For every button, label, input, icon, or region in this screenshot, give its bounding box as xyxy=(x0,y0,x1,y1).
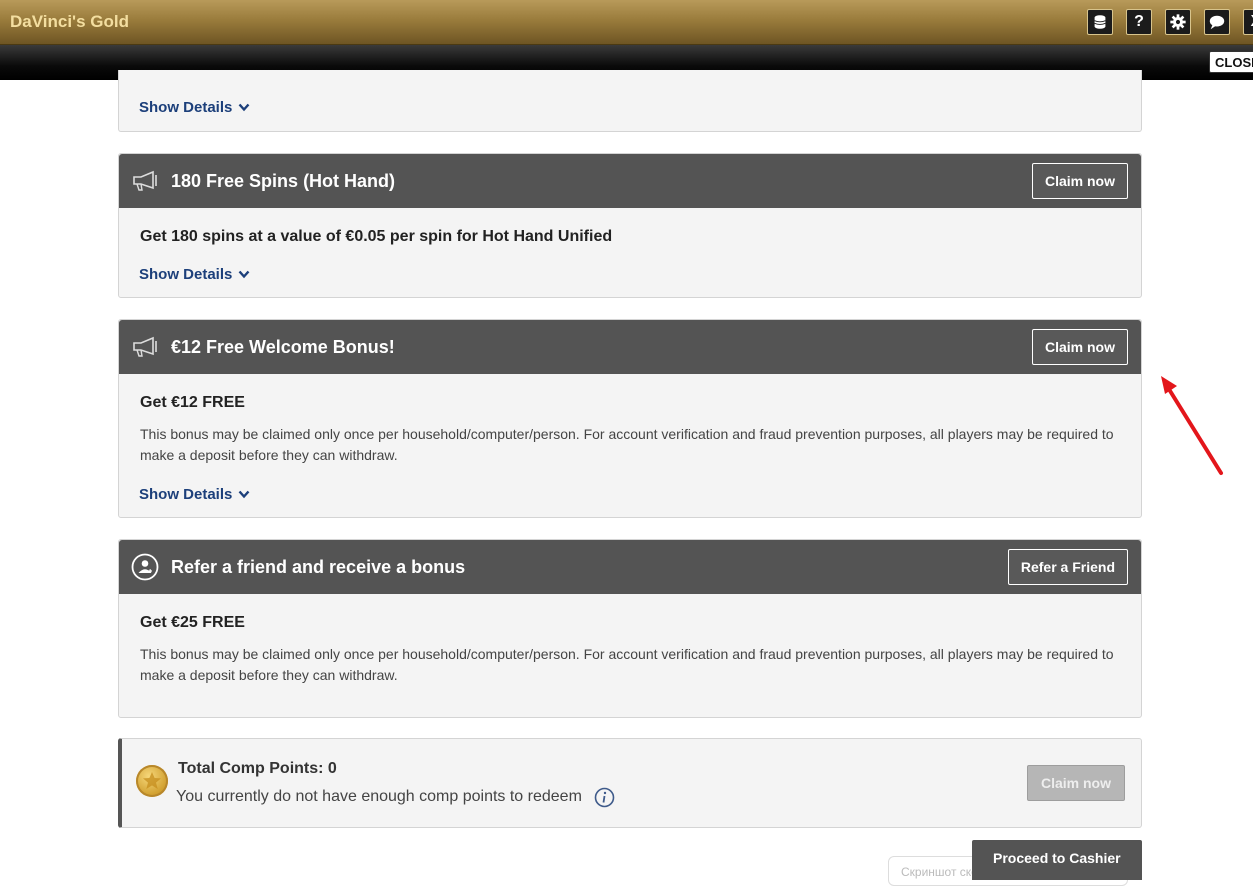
promo-lead: Get €25 FREE xyxy=(140,614,245,631)
promo-lead: Get 180 spins at a value of €0.05 per sp… xyxy=(140,228,613,245)
referral-card: Refer a friend and receive a bonus Refer… xyxy=(118,539,1142,718)
annotation-arrow-icon xyxy=(1161,376,1223,475)
close-icon[interactable]: X xyxy=(1243,9,1253,35)
show-details-label: Show Details xyxy=(139,266,233,283)
megaphone-icon xyxy=(133,170,157,191)
promo-card: 180 Free Spins (Hot Hand) Claim now Get … xyxy=(118,153,1142,298)
promo-card: Show Details xyxy=(118,70,1142,132)
promo-description: This bonus may be claimed only once per … xyxy=(140,426,1114,463)
promo-lead: Get €12 FREE xyxy=(140,394,245,411)
promo-header: 180 Free Spins (Hot Hand) Claim now xyxy=(119,154,1141,208)
chevron-down-icon xyxy=(238,103,250,112)
promo-header: €12 Free Welcome Bonus! Claim now xyxy=(119,320,1141,374)
megaphone-icon xyxy=(133,336,157,357)
chat-icon[interactable] xyxy=(1204,9,1230,35)
proceed-to-cashier-button[interactable]: Proceed to Cashier xyxy=(972,840,1142,880)
claim-now-button[interactable]: Claim now xyxy=(1031,329,1128,365)
chevron-down-icon xyxy=(238,270,250,279)
promo-card: €12 Free Welcome Bonus! Claim now Get €1… xyxy=(118,319,1142,518)
claim-now-button[interactable]: Claim now xyxy=(1031,163,1128,199)
promo-title: €12 Free Welcome Bonus! xyxy=(171,337,395,357)
user-circle-icon xyxy=(131,553,159,581)
comp-coin-icon xyxy=(136,765,168,797)
info-icon[interactable] xyxy=(594,787,615,808)
chevron-down-icon xyxy=(238,490,250,499)
show-details-link[interactable]: Show Details xyxy=(139,99,250,116)
header-toolbar: ? X xyxy=(1087,9,1253,35)
show-details-label: Show Details xyxy=(139,486,233,503)
close-button[interactable]: CLOSE xyxy=(1209,51,1253,73)
gear-icon[interactable] xyxy=(1165,9,1191,35)
promo-title: 180 Free Spins (Hot Hand) xyxy=(171,171,396,191)
app-title: DaVinci's Gold xyxy=(10,12,129,31)
coins-icon[interactable] xyxy=(1087,9,1113,35)
comp-points-title: Total Comp Points: 0 xyxy=(178,760,337,777)
show-details-link[interactable]: Show Details xyxy=(139,486,250,503)
refer-friend-button[interactable]: Refer a Friend xyxy=(1007,549,1128,585)
comp-points-card: Total Comp Points: 0 You currently do no… xyxy=(118,738,1142,828)
promo-title: Refer a friend and receive a bonus xyxy=(171,557,466,577)
help-icon[interactable]: ? xyxy=(1126,9,1152,35)
show-details-label: Show Details xyxy=(139,99,233,116)
promo-description: This bonus may be claimed only once per … xyxy=(140,646,1114,683)
comp-points-message: You currently do not have enough comp po… xyxy=(176,788,582,805)
promo-header: Refer a friend and receive a bonus Refer… xyxy=(119,540,1141,594)
show-details-link[interactable]: Show Details xyxy=(139,266,250,283)
comp-claim-button[interactable]: Claim now xyxy=(1027,765,1125,801)
app-header: DaVinci's Gold ? X xyxy=(0,0,1253,45)
